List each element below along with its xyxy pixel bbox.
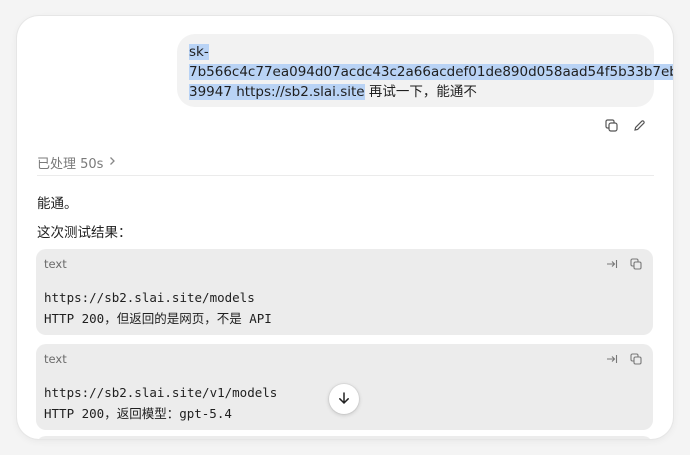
- code-tools: [605, 257, 643, 271]
- code-block: [36, 436, 653, 439]
- copy-icon[interactable]: [629, 257, 643, 271]
- code-block: text https://sb2.slai.site/models HTTP 2…: [36, 249, 653, 335]
- code-tools: [605, 352, 643, 366]
- edit-icon[interactable]: [630, 116, 648, 134]
- answer-paragraph: 能通。: [37, 196, 78, 212]
- thinking-label: 已处理 50s: [37, 157, 104, 172]
- copy-icon[interactable]: [629, 352, 643, 366]
- wrap-icon[interactable]: [605, 352, 619, 366]
- chevron-right-icon: [107, 155, 117, 170]
- code-content: https://sb2.slai.site/models HTTP 200，但返…: [44, 287, 272, 329]
- scroll-to-bottom-button[interactable]: [329, 384, 359, 414]
- message-actions: [602, 116, 648, 134]
- code-line: HTTP 200，但返回的是网页，不是 API: [44, 311, 272, 326]
- answer-paragraph: 这次测试结果：: [37, 225, 132, 241]
- divider: [37, 175, 654, 176]
- user-message-bubble: sk- 7b566c4c77ea094d07acdc43c2a66acdef01…: [177, 34, 673, 107]
- wrap-icon[interactable]: [605, 257, 619, 271]
- code-line: https://sb2.slai.site/models: [44, 290, 255, 305]
- code-content: https://sb2.slai.site/v1/models HTTP 200…: [44, 382, 277, 424]
- user-message-line2: 7b566c4c77ea094d07acdc43c2a66acdef01de89…: [189, 64, 673, 80]
- code-line: HTTP 200，返回模型：gpt-5.4: [44, 406, 232, 421]
- user-message-line3-rest: 再试一下，能通不: [364, 84, 477, 100]
- user-message-line1: sk-: [189, 44, 209, 60]
- chat-window: sk- 7b566c4c77ea094d07acdc43c2a66acdef01…: [17, 16, 673, 439]
- code-line: https://sb2.slai.site/v1/models: [44, 385, 278, 400]
- code-lang-label: text: [44, 257, 67, 271]
- thinking-summary[interactable]: 已处理 50s: [37, 153, 117, 172]
- copy-icon[interactable]: [602, 116, 620, 134]
- code-lang-label: text: [44, 352, 67, 366]
- user-message-line3-selected: 39947 https://sb2.slai.site: [189, 84, 365, 100]
- arrow-down-icon: [337, 390, 351, 409]
